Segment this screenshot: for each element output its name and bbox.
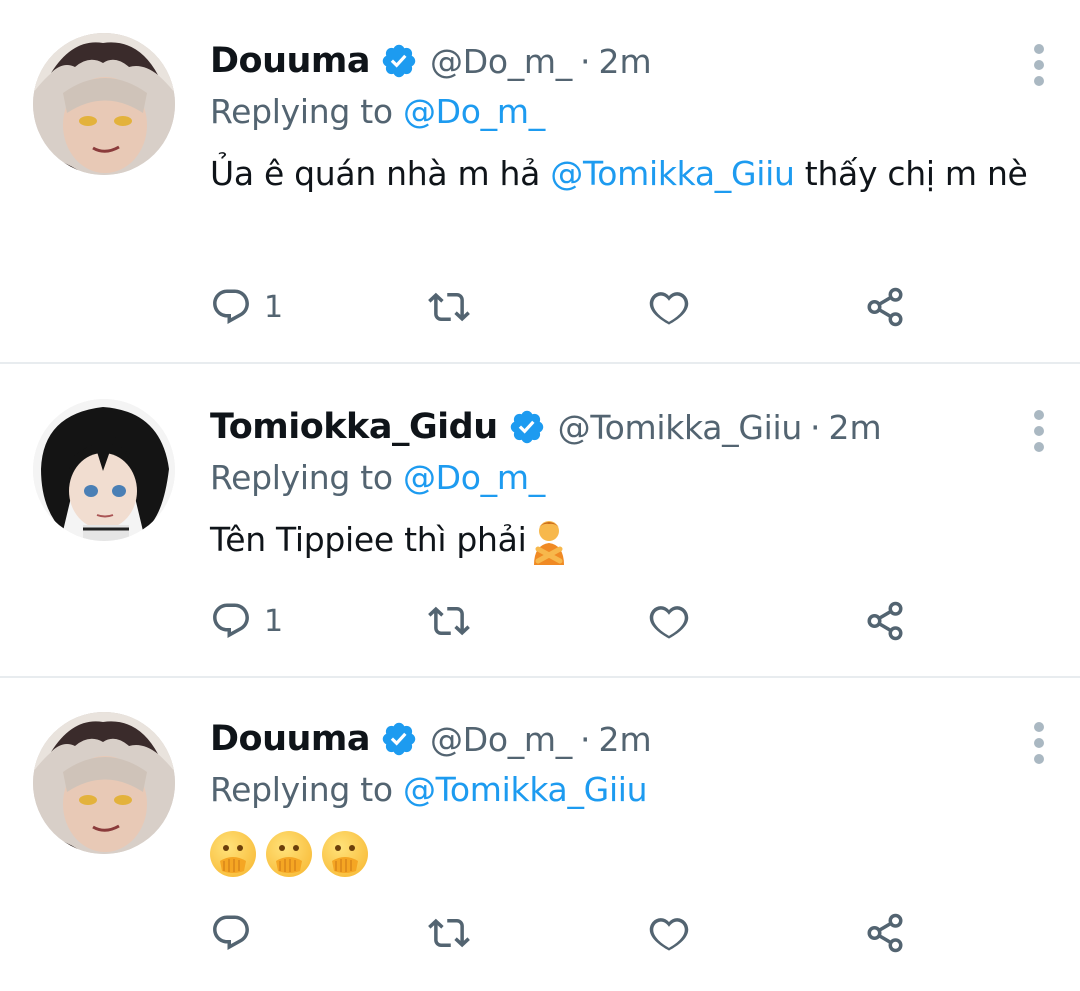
share-icon — [867, 287, 903, 327]
tweet[interactable]: Tomiokka_Gidu @Tomikka_Giiu · 2m Replyin… — [0, 364, 1080, 676]
retweet-icon — [428, 292, 470, 322]
replying-prefix: Replying to — [210, 92, 393, 131]
tweet-actions — [210, 908, 930, 958]
reply-icon — [213, 915, 249, 950]
hand-over-mouth-emoji — [210, 830, 256, 877]
heart-icon — [649, 292, 689, 325]
reply-count: 1 — [264, 603, 284, 639]
avatar[interactable] — [33, 399, 175, 541]
retweet-icon — [428, 606, 470, 636]
mention-link[interactable]: @Tomikka_Giiu — [550, 154, 795, 193]
avatar[interactable] — [33, 712, 175, 854]
reply-count: 1 — [264, 289, 284, 325]
tweet-text: Tên Tippiee thì phải — [210, 514, 1060, 566]
handle[interactable]: @Do_m_ — [430, 720, 572, 759]
tweet-feed: Douuma @Do_m_ · 2m Replying to @Do_m_ Ủa… — [0, 0, 1080, 991]
like-button[interactable] — [648, 908, 690, 958]
hand-over-mouth-emoji — [322, 830, 368, 877]
tweet[interactable]: Douuma @Do_m_ · 2m Replying to @Do_m_ Ủa… — [0, 0, 1080, 362]
tweet-text — [210, 826, 1060, 878]
replying-to: Replying to @Tomikka_Giiu — [210, 770, 648, 809]
handle[interactable]: @Do_m_ — [430, 42, 572, 81]
tweet[interactable]: Douuma @Do_m_ · 2m Replying to @Tomikka_… — [0, 678, 1080, 991]
replying-to: Replying to @Do_m_ — [210, 458, 545, 497]
tweet-text: Ủa ê quán nhà m hả @Tomikka_Giiu thấy ch… — [210, 148, 1060, 200]
retweet-button[interactable] — [428, 908, 470, 958]
reply-button[interactable]: 1 — [210, 282, 283, 332]
like-button[interactable] — [648, 596, 690, 646]
verified-badge-icon — [382, 44, 416, 78]
display-name[interactable]: Douuma — [210, 719, 371, 759]
tweet-header: Douuma @Do_m_ · 2m — [210, 36, 652, 86]
retweet-button[interactable] — [428, 596, 470, 646]
tweet-text-part: Tên Tippiee thì phải — [210, 520, 527, 559]
retweet-icon — [428, 918, 470, 948]
timestamp[interactable]: 2m — [598, 42, 651, 81]
separator-dot: · — [579, 719, 591, 759]
separator-dot: · — [579, 41, 591, 81]
tweet-header: Tomiokka_Gidu @Tomikka_Giiu · 2m — [210, 402, 882, 452]
replying-to-link[interactable]: @Tomikka_Giiu — [403, 770, 648, 809]
reply-icon — [213, 289, 249, 324]
verified-badge-icon — [510, 410, 543, 444]
replying-prefix: Replying to — [210, 458, 393, 497]
tweet-text-part: thấy chị m nè — [794, 154, 1028, 193]
separator-dot: · — [810, 407, 821, 447]
tweet-header: Douuma @Do_m_ · 2m — [210, 714, 652, 764]
like-button[interactable] — [648, 282, 690, 332]
replying-prefix: Replying to — [210, 770, 393, 809]
handle[interactable]: @Tomikka_Giiu — [558, 408, 803, 447]
display-name[interactable]: Tomiokka_Gidu — [210, 407, 498, 447]
share-icon — [867, 913, 903, 953]
timestamp[interactable]: 2m — [829, 408, 882, 447]
more-vertical-icon[interactable] — [1024, 406, 1054, 456]
replying-to: Replying to @Do_m_ — [210, 92, 545, 131]
share-button[interactable] — [864, 596, 906, 646]
heart-icon — [649, 918, 689, 951]
share-button[interactable] — [864, 282, 906, 332]
hand-over-mouth-emoji — [266, 830, 312, 877]
replying-to-link[interactable]: @Do_m_ — [403, 458, 545, 497]
heart-icon — [649, 606, 689, 639]
tweet-actions: 1 — [210, 282, 930, 332]
replying-to-link[interactable]: @Do_m_ — [403, 92, 545, 131]
share-icon — [867, 601, 903, 641]
more-vertical-icon[interactable] — [1024, 718, 1054, 768]
display-name[interactable]: Douuma — [210, 41, 371, 81]
reply-button[interactable] — [210, 908, 264, 958]
timestamp[interactable]: 2m — [598, 720, 651, 759]
more-vertical-icon[interactable] — [1024, 40, 1054, 90]
retweet-button[interactable] — [428, 282, 470, 332]
share-button[interactable] — [864, 908, 906, 958]
person-gesturing-no-emoji — [534, 520, 565, 565]
verified-badge-icon — [382, 722, 416, 756]
reply-icon — [213, 603, 249, 638]
tweet-actions: 1 — [210, 596, 930, 646]
avatar[interactable] — [33, 33, 175, 175]
tweet-text-part: Ủa ê quán nhà m hả — [210, 154, 551, 193]
reply-button[interactable]: 1 — [210, 596, 283, 646]
